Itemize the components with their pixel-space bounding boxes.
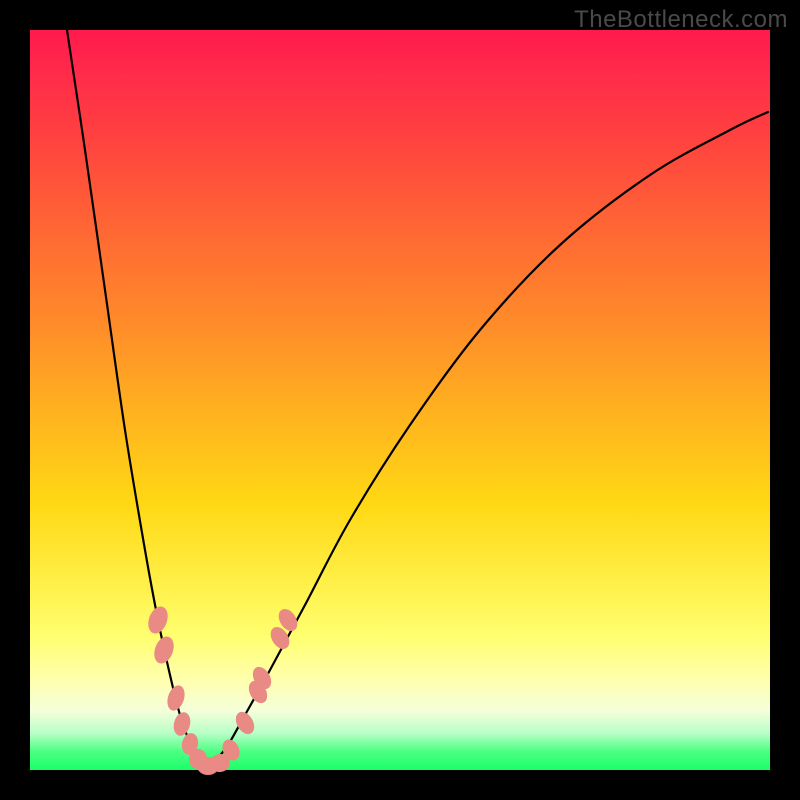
curve-right-branch (208, 112, 768, 767)
plot-area (30, 30, 770, 770)
marker-dot (151, 634, 177, 666)
curve-left-branch (67, 30, 208, 767)
marker-dot (145, 604, 171, 636)
watermark-text: TheBottleneck.com (574, 6, 788, 34)
marker-dot (164, 683, 187, 713)
marker-group (145, 604, 301, 775)
chart-frame: TheBottleneck.com (0, 0, 800, 800)
curve-layer (30, 30, 770, 770)
